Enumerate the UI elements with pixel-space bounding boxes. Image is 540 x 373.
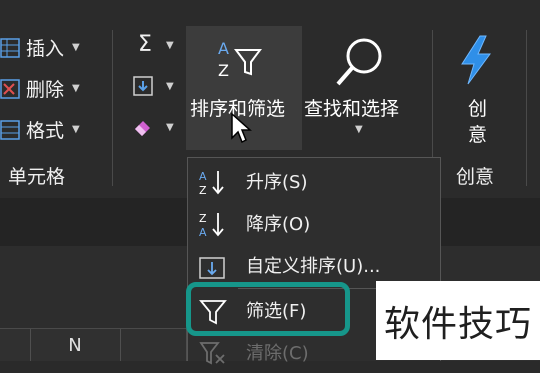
- lightning-icon: [456, 34, 496, 90]
- mouse-cursor-icon: [231, 112, 252, 144]
- group-separator: [526, 30, 527, 186]
- svg-text:Z: Z: [199, 184, 207, 196]
- menu-item-label: 升序(S): [246, 172, 308, 193]
- chevron-down-icon: ▼: [72, 83, 80, 94]
- creative-label-line2: 意: [468, 124, 488, 146]
- clear-filter-icon: [199, 342, 225, 365]
- creative-group-label: 创意: [456, 166, 495, 188]
- insert-button[interactable]: 插入 ▼: [0, 34, 80, 61]
- sigma-icon: Σ: [138, 32, 152, 57]
- format-cells-icon: [0, 119, 26, 141]
- chevron-down-icon: ▼: [72, 42, 80, 53]
- delete-button[interactable]: 删除 ▼: [0, 75, 80, 102]
- clear-button[interactable]: ▼: [132, 116, 174, 138]
- watermark: 软件技巧: [376, 281, 540, 360]
- insert-label: 插入: [26, 38, 65, 60]
- autosum-button[interactable]: Σ ▼: [132, 34, 174, 56]
- format-button[interactable]: 格式 ▼: [0, 116, 80, 143]
- chevron-down-icon: ▼: [72, 124, 80, 135]
- custom-sort-icon: [199, 257, 225, 279]
- find-select-label: 查找和选择: [304, 98, 400, 120]
- filter-highlight-box: [186, 282, 350, 336]
- eraser-icon: [132, 116, 158, 138]
- chevron-down-icon: ▼: [355, 124, 363, 135]
- chevron-down-icon: ▼: [166, 121, 174, 133]
- creative-label-line1: 创: [468, 98, 488, 120]
- creative-button[interactable]: 创 意: [448, 30, 512, 150]
- svg-text:A: A: [218, 39, 229, 58]
- menu-item-label: 降序(O): [246, 214, 311, 235]
- magnifier-icon: [332, 34, 388, 94]
- menu-item-label: 清除(C): [246, 343, 309, 364]
- watermark-text: 软件技巧: [383, 303, 532, 345]
- svg-text:Z: Z: [218, 61, 229, 80]
- menu-item-label: 自定义排序(U)...: [246, 256, 381, 277]
- menu-item-custom-sort[interactable]: 自定义排序(U)...: [188, 244, 440, 286]
- svg-text:A: A: [199, 170, 207, 183]
- menu-item-sort-ascending[interactable]: A Z 升序(S): [188, 160, 440, 202]
- sort-descending-icon: Z A: [199, 212, 224, 238]
- column-header-o[interactable]: [120, 329, 187, 361]
- menu-item-sort-descending[interactable]: Z A 降序(O): [188, 202, 440, 244]
- fill-button[interactable]: ▼: [132, 75, 174, 97]
- group-separator: [112, 30, 113, 186]
- chevron-down-icon: ▼: [166, 80, 174, 92]
- cells-group-label: 单元格: [8, 166, 66, 188]
- column-header-m[interactable]: [0, 329, 31, 361]
- svg-text:A: A: [199, 226, 207, 238]
- chevron-down-icon: ▼: [166, 39, 174, 51]
- delete-label: 删除: [26, 79, 65, 101]
- format-label: 格式: [26, 120, 65, 142]
- svg-text:Z: Z: [199, 212, 207, 225]
- find-select-button[interactable]: 查找和选择 ▼: [302, 26, 418, 150]
- delete-cells-icon: [0, 78, 26, 100]
- fill-down-icon: [132, 75, 158, 97]
- insert-cells-icon: [0, 37, 26, 59]
- column-header[interactable]: N: [30, 329, 121, 361]
- sort-filter-icon: A Z: [216, 36, 266, 90]
- sort-ascending-icon: A Z: [199, 170, 224, 196]
